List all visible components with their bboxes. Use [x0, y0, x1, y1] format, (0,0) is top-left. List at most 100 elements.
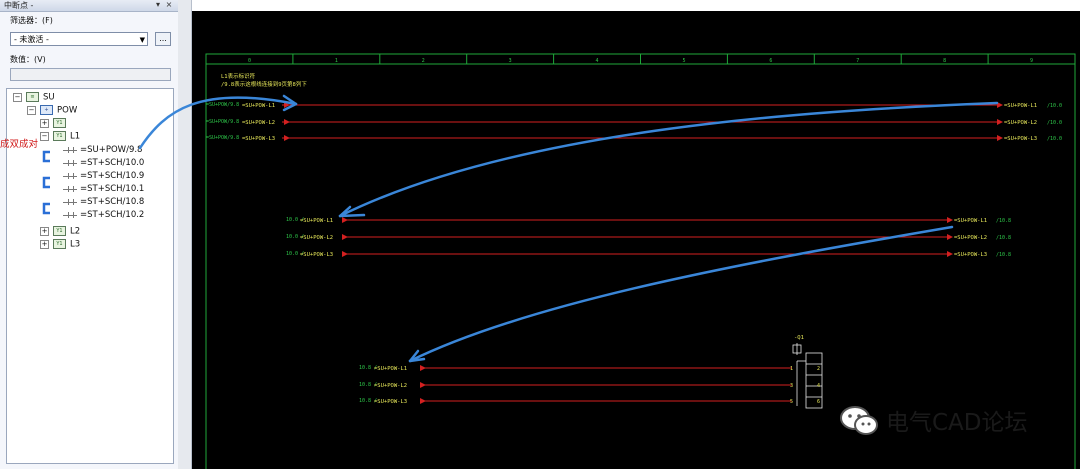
tree-item[interactable]: =ST+SCH/10.0 [63, 158, 144, 169]
arrow-icon [947, 251, 953, 257]
wire-l1: 10.0 / =SU+POW-L1 =SU+POW-L1 /10.8 [286, 217, 1011, 224]
arrow-icon [997, 119, 1003, 125]
splitter[interactable] [178, 0, 192, 469]
wire-right-ref: /10.8 [996, 235, 1011, 241]
wire-l2: 10.8 / =SU+POW-L2 [359, 382, 792, 389]
arrow-icon [342, 251, 348, 257]
tree-node-l3[interactable]: + Y1 L3 [40, 239, 80, 251]
expand-icon[interactable]: + [40, 118, 49, 128]
wire-label: =SU+POW-L3 [300, 252, 333, 258]
watermark-text: 电气CAD论坛 [886, 410, 1028, 436]
wire-right-label: =SU+POW-L2 [1004, 120, 1037, 126]
collapse-icon[interactable]: − [13, 92, 22, 102]
pin-icon[interactable]: ▾ [154, 1, 162, 9]
panel-titlebar: 中断点 - ▾ × [0, 0, 178, 12]
interruption-point-icon [63, 211, 77, 219]
note-line-2: /9.8表示这根线连接到9页第8列下 [221, 80, 307, 88]
more-button[interactable]: ... [155, 32, 171, 46]
panel-title: 中断点 - [4, 1, 34, 10]
column-number: 9 [1030, 58, 1033, 64]
arrow-icon [342, 234, 348, 240]
annotation-arrow [338, 101, 999, 218]
connector-icon: Y1 [53, 226, 66, 236]
chevron-down-icon: ▼ [139, 36, 145, 44]
close-icon[interactable]: × [165, 1, 173, 9]
arrow-icon [342, 217, 348, 223]
wire-right-ref: /10.0 [1047, 120, 1062, 126]
arrow-icon [284, 102, 290, 108]
wire-right-label: =SU+POW-L2 [954, 235, 987, 241]
column-number: 4 [596, 58, 599, 64]
values-input[interactable] [10, 68, 171, 81]
note-line-1: L1表示标识符 [221, 72, 256, 80]
wire-label: =SU+POW-L1 [242, 103, 275, 109]
tree-node-l1[interactable]: − Y1 L1 [40, 131, 80, 143]
annotation-arrows [338, 101, 999, 363]
filter-select[interactable]: - 未激活 - ▼ [10, 32, 148, 46]
interruption-point-icon [63, 146, 77, 154]
wire-label: =SU+POW-L1 [300, 218, 333, 224]
wire-right-ref: /10.0 [1047, 136, 1062, 142]
expand-icon[interactable]: + [40, 239, 49, 249]
wire-left-ref: =SU+POW/9.8 [206, 135, 239, 141]
wire-right-ref: /10.8 [996, 252, 1011, 258]
wire-l3: 10.0 / =SU+POW-L3 =SU+POW-L3 /10.8 [286, 251, 1011, 258]
interruption-point-icon [63, 198, 77, 206]
tree-item[interactable]: =SU+POW/9.8 [63, 145, 142, 156]
breaker-symbol: -Q1 1 3 5 2 4 6 [790, 335, 823, 409]
collapse-icon[interactable]: − [27, 105, 36, 115]
column-number: 5 [682, 58, 685, 64]
tree-item[interactable]: =ST+SCH/10.8 [63, 197, 144, 208]
wire-right-label: =SU+POW-L3 [1004, 136, 1037, 142]
terminal-number: 2 [817, 366, 820, 372]
arrow-icon [284, 119, 290, 125]
connector-icon: Y1 [53, 131, 66, 141]
wire-l1: 10.8 / =SU+POW-L1 [359, 365, 792, 372]
tree-node-su[interactable]: − ≡ SU [13, 92, 55, 104]
connector-icon: Y1 [53, 239, 66, 249]
tree-node-l2[interactable]: + Y1 L2 [40, 226, 80, 238]
wire-left-ref: =SU+POW/9.8 [206, 102, 239, 108]
arrow-icon [420, 365, 426, 371]
expand-icon[interactable]: + [40, 226, 49, 236]
filter-label: 筛选器：(F) [10, 16, 53, 25]
tree-item[interactable]: =ST+SCH/10.1 [63, 184, 144, 195]
interruption-point-icon [63, 185, 77, 193]
column-number: 6 [769, 58, 772, 64]
tree-node-pow[interactable]: − + POW [27, 105, 77, 117]
terminal-number: 5 [790, 399, 793, 405]
terminal-number: 1 [790, 366, 793, 372]
wire-left-ref: =SU+POW/9.8 [206, 119, 239, 125]
arrow-icon [420, 398, 426, 404]
collapse-icon[interactable]: − [40, 131, 49, 141]
wire-label: =SU+POW-L3 [374, 399, 407, 405]
wechat-icon [840, 406, 878, 435]
wire-right-ref: /10.8 [996, 218, 1011, 224]
schematic-canvas[interactable]: 0 1 2 3 4 5 6 7 8 9 L1表示标识符 /9.8表示这根线连接到9页第8列下 =S… [192, 11, 1080, 469]
tree-node-unnamed[interactable]: + Y1 [40, 118, 70, 130]
arrow-icon [947, 217, 953, 223]
device-group-icon: ≡ [26, 92, 39, 102]
breaker-tag: -Q1 [794, 335, 804, 341]
wire-right-label: =SU+POW-L3 [954, 252, 987, 258]
wire-label: =SU+POW-L2 [242, 120, 275, 126]
tree-item[interactable]: =ST+SCH/10.9 [63, 171, 144, 182]
pair-bracket [42, 150, 50, 163]
tree-item[interactable]: =ST+SCH/10.2 [63, 210, 144, 221]
wire-group-3: 10.8 / =SU+POW-L1 10.8 / =SU+POW-L2 10.8… [359, 365, 792, 405]
arrow-icon [284, 135, 290, 141]
terminal-number: 4 [817, 383, 820, 389]
interruption-point-icon [63, 172, 77, 180]
annotation-arrow [408, 225, 954, 363]
wire-right-label: =SU+POW-L1 [954, 218, 987, 224]
arrow-icon [947, 234, 953, 240]
pair-bracket [42, 202, 50, 215]
wire-label: =SU+POW-L3 [242, 136, 275, 142]
wire-right-label: =SU+POW-L1 [1004, 103, 1037, 109]
wire-right-ref: /10.0 [1047, 103, 1062, 109]
column-number: 8 [943, 58, 946, 64]
watermark: 电气CAD论坛 [838, 403, 1028, 437]
location-icon: + [40, 105, 53, 115]
wire-label: =SU+POW-L1 [374, 366, 407, 372]
filter-value: - 未激活 - [14, 35, 49, 44]
